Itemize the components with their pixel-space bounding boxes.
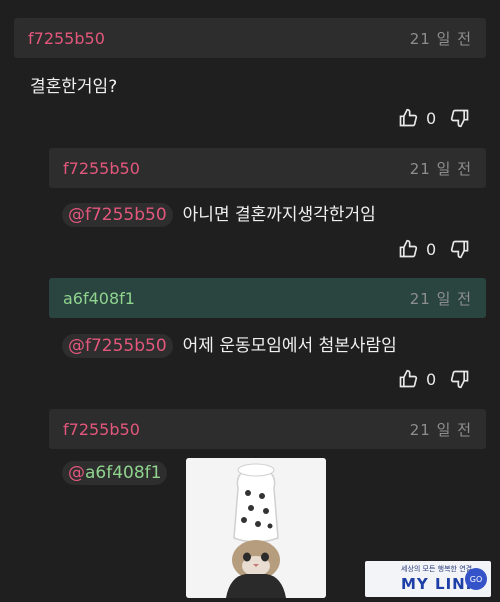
mention-tag[interactable]: @f7255b50 bbox=[62, 334, 173, 358]
mention-tag[interactable]: @a6f408f1 bbox=[62, 461, 168, 485]
comment-header: f7255b50 21 일 전 bbox=[14, 18, 486, 58]
reply-text-row: @f7255b50 어제 운동모임에서 첨본사람임 bbox=[62, 331, 397, 358]
vote-bar: 0 bbox=[398, 239, 470, 259]
thumbs-up-icon[interactable] bbox=[398, 369, 418, 389]
cat-croc-hat-image[interactable] bbox=[186, 458, 326, 598]
thumbs-down-icon[interactable] bbox=[450, 108, 470, 128]
thumbs-down-icon[interactable] bbox=[450, 369, 470, 389]
reply-header: f7255b50 21 일 전 bbox=[49, 148, 486, 188]
reply-text-row: @a6f408f1 bbox=[62, 461, 177, 485]
like-count: 0 bbox=[426, 239, 437, 259]
reply-username[interactable]: f7255b50 bbox=[63, 159, 140, 178]
vote-bar: 0 bbox=[398, 369, 470, 389]
thumbs-up-icon[interactable] bbox=[398, 108, 418, 128]
reply-timestamp: 21 일 전 bbox=[409, 159, 472, 178]
reply-text: 아니면 결혼까지생각한거임 bbox=[182, 205, 376, 225]
comment-username[interactable]: f7255b50 bbox=[28, 29, 105, 48]
thumbs-down-icon[interactable] bbox=[450, 239, 470, 259]
comment-timestamp: 21 일 전 bbox=[409, 29, 472, 48]
reply-text: 어제 운동모임에서 첨본사람임 bbox=[182, 336, 397, 356]
like-count: 0 bbox=[426, 369, 437, 389]
thumbs-up-icon[interactable] bbox=[398, 239, 418, 259]
reply-username[interactable]: f7255b50 bbox=[63, 420, 140, 439]
reply-header-highlighted: a6f408f1 21 일 전 bbox=[49, 278, 486, 318]
ad-tagline: 세상의 모든 행복한 연결 bbox=[401, 565, 473, 573]
ad-banner[interactable]: 세상의 모든 행복한 연결 MY LINK GO bbox=[365, 561, 491, 597]
reply-timestamp: 21 일 전 bbox=[409, 289, 472, 308]
reply-header: f7255b50 21 일 전 bbox=[49, 409, 486, 449]
mention-tag[interactable]: @f7255b50 bbox=[62, 203, 173, 227]
reply-username[interactable]: a6f408f1 bbox=[63, 289, 135, 308]
ad-go-button[interactable]: GO bbox=[465, 568, 487, 590]
like-count: 0 bbox=[426, 108, 437, 128]
reply-timestamp: 21 일 전 bbox=[409, 420, 472, 439]
comment-text: 결혼한거임? bbox=[30, 77, 118, 97]
reply-text-row: @f7255b50 아니면 결혼까지생각한거임 bbox=[62, 200, 376, 227]
vote-bar: 0 bbox=[398, 108, 470, 128]
